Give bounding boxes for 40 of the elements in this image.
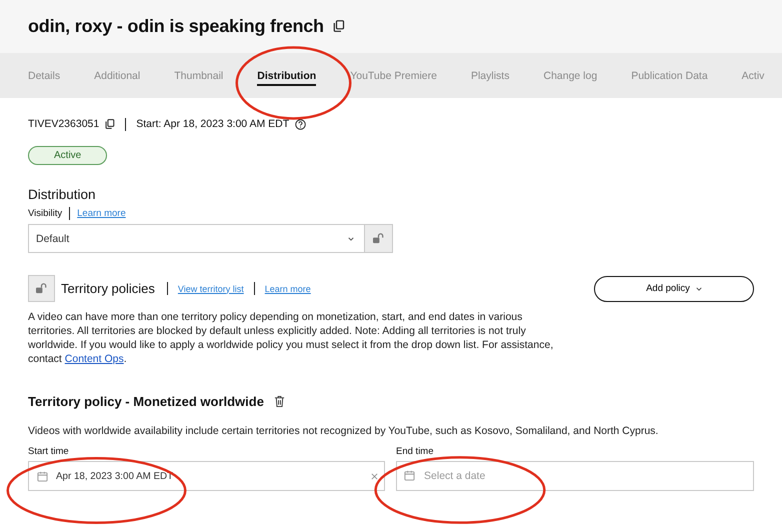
tab[interactable]: Additional <box>94 53 140 98</box>
video-id: TIVEV2363051 <box>28 118 100 130</box>
trash-icon[interactable] <box>274 395 285 408</box>
calendar-icon <box>404 470 416 481</box>
visibility-select[interactable]: Default <box>28 224 365 253</box>
help-icon[interactable] <box>295 118 306 130</box>
note-text: Videos with worldwide availability include certain territories not recognized by YouTube, such as Kosovo, Somaliland, and North Cyprus. <box>28 425 660 437</box>
calendar-icon <box>37 470 48 482</box>
add-policy-button[interactable]: Add policy <box>594 276 754 302</box>
learn-more-link[interactable]: Learn more <box>77 208 126 219</box>
field-label: End time <box>396 446 435 457</box>
tab[interactable]: Change log <box>543 53 598 98</box>
description-text: A video can have more than one territory policy depending on monetization, start, and end dates in various territories. All territories are blocked by default unless explicitly added. Note: Adding all territories is not truly worldwide. If you would like to apply a worldwide policy you must select it from the drop down list. For assistance, contact Content Ops. <box>28 310 554 366</box>
copy-icon[interactable] <box>332 20 345 32</box>
section-heading: Territory policy - Monetized worldwide <box>28 394 264 409</box>
lock-button[interactable] <box>365 224 393 253</box>
field-label: Start time <box>28 446 70 457</box>
tab[interactable]: Publication Data <box>631 53 708 98</box>
end-time-field[interactable]: Select a date <box>396 461 754 491</box>
copy-icon[interactable] <box>105 119 116 129</box>
padlock-icon <box>372 233 385 244</box>
section-heading: Distribution <box>28 187 97 202</box>
chevron-down-icon <box>348 236 354 240</box>
padlock-icon <box>35 283 48 294</box>
tab[interactable]: Details <box>28 53 60 98</box>
status-badge: Active <box>28 146 108 165</box>
tab[interactable]: Playlists <box>470 53 510 98</box>
tab[interactable]: Activ <box>742 53 764 98</box>
tab[interactable]: YouTube Premiere <box>350 53 437 98</box>
page-title: odin, roxy - odin is speaking french <box>28 16 324 37</box>
start-date: Start: Apr 18, 2023 3:00 AM EDT <box>136 118 290 130</box>
chevron-down-icon <box>696 286 702 290</box>
learn-more-link[interactable]: Learn more <box>264 284 311 294</box>
clear-icon[interactable] <box>371 472 378 480</box>
lock-button[interactable] <box>28 275 55 302</box>
field-label: Visibility <box>28 208 62 219</box>
section-heading: Territory policies <box>61 281 155 296</box>
territory-list-link[interactable]: View territory list <box>178 284 244 294</box>
tab[interactable]: Thumbnail <box>174 53 224 98</box>
content-ops-link[interactable]: Content Ops <box>64 353 124 365</box>
